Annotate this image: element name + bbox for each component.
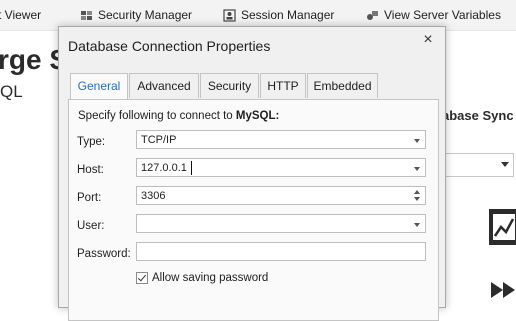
chevron-down-icon[interactable]	[414, 139, 420, 143]
chevron-down-icon[interactable]	[414, 223, 420, 227]
toolbar-item-label: t Viewer	[0, 8, 42, 22]
type-label: Type:	[77, 136, 106, 148]
background-section-label: abase Sync	[442, 108, 514, 123]
description-text: Specify following to connect to	[78, 110, 236, 122]
host-value: 127.0.0.1	[141, 162, 187, 174]
port-value: 3306	[141, 190, 166, 202]
spin-down-icon[interactable]	[414, 197, 420, 201]
play-tile-icon[interactable]	[489, 280, 516, 300]
text-cursor-icon	[191, 161, 192, 175]
chart-tile-icon[interactable]	[489, 209, 516, 245]
allow-saving-password-row[interactable]: Allow saving password	[136, 272, 268, 284]
tab-advanced[interactable]: Advanced	[129, 73, 199, 98]
database-connection-dialog: Database Connection Properties × General…	[58, 26, 446, 321]
tab-general[interactable]: General	[70, 73, 128, 100]
toolbar-item-label: Session Manager	[241, 8, 335, 22]
connection-description: Specify following to connect to MySQL:	[78, 110, 279, 122]
port-label: Port:	[77, 192, 102, 204]
toolbar-item-view-server-variables[interactable]: View Server Variables	[366, 8, 501, 22]
tab-embedded[interactable]: Embedded	[307, 73, 378, 98]
toolbar-item-viewer[interactable]: t Viewer	[0, 8, 41, 22]
password-field[interactable]	[136, 242, 426, 261]
user-field[interactable]	[136, 214, 426, 233]
tab-security[interactable]: Security	[200, 73, 259, 98]
security-manager-icon	[80, 9, 93, 22]
spin-up-icon[interactable]	[414, 190, 420, 194]
dialog-title: Database Connection Properties	[68, 38, 271, 54]
general-tab-panel: Specify following to connect to MySQL: T…	[68, 99, 439, 321]
close-icon[interactable]: ×	[418, 30, 438, 50]
toolbar-item-security-manager[interactable]: Security Manager	[80, 8, 192, 22]
toolbar-item-label: View Server Variables	[384, 8, 501, 22]
background-dropdown[interactable]	[442, 153, 514, 177]
port-stepper[interactable]: 3306	[136, 186, 426, 205]
password-label: Password:	[77, 248, 131, 260]
server-variables-icon	[366, 9, 379, 22]
background-subtitle: QL	[0, 82, 23, 101]
user-label: User:	[77, 220, 105, 232]
toolbar-item-session-manager[interactable]: Session Manager	[223, 8, 334, 22]
session-manager-icon	[223, 8, 236, 22]
chevron-down-icon	[501, 162, 509, 167]
tab-http[interactable]: HTTP	[260, 73, 306, 98]
allow-saving-password-checkbox[interactable]	[136, 272, 148, 284]
chevron-down-icon[interactable]	[414, 167, 420, 171]
database-type-label: MySQL:	[235, 110, 280, 122]
host-label: Host:	[77, 164, 104, 176]
type-value: TCP/IP	[141, 134, 177, 146]
allow-saving-password-label: Allow saving password	[152, 272, 269, 284]
host-field[interactable]: 127.0.0.1	[136, 158, 426, 177]
type-select[interactable]: TCP/IP	[136, 130, 426, 149]
toolbar-item-label: Security Manager	[98, 8, 193, 22]
